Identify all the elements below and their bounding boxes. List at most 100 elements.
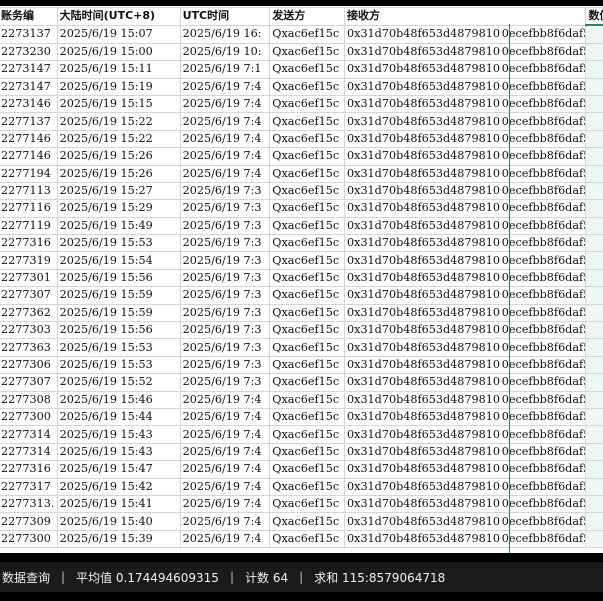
cell-receiver-tail[interactable]: 0ecefbb8f6daf5 xyxy=(499,181,587,201)
cell-utc-time[interactable]: 2025/6/19 7:4 xyxy=(179,425,271,444)
cell-receiver-tail[interactable]: 0ecefbb8f6daf5 xyxy=(499,268,587,288)
cell-sender[interactable]: Qxac6ef15c xyxy=(269,147,346,166)
cell-sender[interactable]: Qxac6ef15c xyxy=(269,42,346,62)
table-row[interactable]: 2277309 2025/6/19 15:40 2025/6/19 7:4 Qxac6… xyxy=(0,512,603,531)
cell-local-time[interactable]: 2025/6/19 15:19 xyxy=(56,77,181,96)
table-row[interactable]: 2277317 2025/6/19 15:42 2025/6/19 7:4 Qxac6… xyxy=(0,477,603,496)
cell-receiver[interactable]: 0x31d70b48f653d48798107 xyxy=(344,303,500,323)
cell-sender[interactable]: Qxac6ef15c xyxy=(269,529,346,549)
header-receiver[interactable]: 接收方 xyxy=(344,7,587,26)
cell-sender[interactable]: Qxac6ef15c xyxy=(269,60,346,79)
cell-account-id[interactable]: 2277314 xyxy=(0,442,58,462)
cell-receiver[interactable]: 0x31d70b48f653d48798107 xyxy=(344,390,500,409)
cell-utc-time[interactable]: 2025/6/19 7:4 xyxy=(179,77,271,96)
cell-sender[interactable]: Qxac6ef15c xyxy=(269,512,346,531)
cell-utc-time[interactable]: 2025/6/19 7:4 xyxy=(179,147,271,166)
cell-account-id[interactable]: 2277116 xyxy=(0,199,58,218)
cell-account-id[interactable]: 2277306 xyxy=(0,355,58,375)
cell-local-time[interactable]: 2025/6/19 15:49 xyxy=(56,216,181,236)
cell-local-time[interactable]: 2025/6/19 15:54 xyxy=(56,251,181,270)
cell-value[interactable]: 0.0 xyxy=(585,477,603,496)
cell-utc-time[interactable]: 2025/6/19 7:3 xyxy=(179,355,271,375)
cell-local-time[interactable]: 2025/6/19 15:27 xyxy=(56,181,181,201)
cell-sender[interactable]: Qxac6ef15c xyxy=(269,24,346,44)
cell-account-id[interactable]: 2273146 xyxy=(0,94,58,114)
cell-sender[interactable]: Qxac6ef15c xyxy=(269,199,346,218)
table-row[interactable]: 2277362 2025/6/19 15:59 2025/6/19 7:3 Qxac6… xyxy=(0,303,603,323)
cell-receiver-tail[interactable]: 0ecefbb8f6daf5 xyxy=(499,42,587,62)
cell-local-time[interactable]: 2025/6/19 15:43 xyxy=(56,442,181,462)
cell-receiver[interactable]: 0x31d70b48f653d48798107 xyxy=(344,42,500,62)
cell-local-time[interactable]: 2025/6/19 15:44 xyxy=(56,407,181,427)
cell-utc-time[interactable]: 2025/6/19 7:4 xyxy=(179,129,271,149)
cell-receiver[interactable]: 0x31d70b48f653d48798107 xyxy=(344,24,500,44)
cell-receiver[interactable]: 0x31d70b48f653d48798107 xyxy=(344,112,500,131)
cell-account-id[interactable]: 2277146 xyxy=(0,129,58,149)
cell-receiver[interactable]: 0x31d70b48f653d48798107 xyxy=(344,60,500,79)
cell-sender[interactable]: Qxac6ef15c xyxy=(269,442,346,462)
cell-receiver[interactable]: 0x31d70b48f653d48798107 xyxy=(344,425,500,444)
table-row[interactable]: 2277119 2025/6/19 15:49 2025/6/19 7:3 Qxac6… xyxy=(0,216,603,236)
cell-utc-time[interactable]: 2025/6/19 7:4 xyxy=(179,477,271,496)
cell-receiver-tail[interactable]: 0ecefbb8f6daf5 xyxy=(499,129,587,149)
table-row[interactable]: 2277306 2025/6/19 15:53 2025/6/19 7:3 Qxac6… xyxy=(0,355,603,375)
cell-receiver-tail[interactable]: 0ecefbb8f6daf5 xyxy=(499,24,587,44)
cell-receiver[interactable]: 0x31d70b48f653d48798107 xyxy=(344,529,500,549)
cell-value[interactable] xyxy=(585,286,603,305)
table-row[interactable]: 2273230 2025/6/19 15:00 2025/6/19 10: Qxac6… xyxy=(0,42,603,62)
cell-receiver-tail[interactable]: 0ecefbb8f6daf5 xyxy=(499,164,587,183)
cell-value[interactable]: 0.0 xyxy=(585,529,603,549)
cell-receiver-tail[interactable]: 0ecefbb8f6daf5 xyxy=(499,199,587,218)
cell-local-time[interactable]: 2025/6/19 15:26 xyxy=(56,147,181,166)
cell-sender[interactable]: Qxac6ef15c xyxy=(269,94,346,114)
table-row[interactable]: 2277319 2025/6/19 15:54 2025/6/19 7:3 Qxac6… xyxy=(0,251,603,270)
cell-account-id[interactable]: 2277146 xyxy=(0,147,58,166)
table-row[interactable]: 2277307 2025/6/19 15:52 2025/6/19 7:3 Qxac6… xyxy=(0,373,603,392)
cell-receiver-tail[interactable]: 0ecefbb8f6daf5 xyxy=(499,442,587,462)
cell-receiver-tail[interactable]: 0ecefbb8f6daf5 xyxy=(499,147,587,166)
cell-receiver-tail[interactable]: 0ecefbb8f6daf5 xyxy=(499,512,587,531)
cell-receiver-tail[interactable]: 0ecefbb8f6daf5 xyxy=(499,286,587,305)
cell-utc-time[interactable]: 2025/6/19 7:4 xyxy=(179,442,271,462)
cell-local-time[interactable]: 2025/6/19 15:59 xyxy=(56,303,181,323)
cell-receiver-tail[interactable]: 0ecefbb8f6daf5 xyxy=(499,251,587,270)
cell-local-time[interactable]: 2025/6/19 15:26 xyxy=(56,164,181,183)
cell-value[interactable]: 1 xyxy=(585,147,603,166)
cell-account-id[interactable]: 2277308 xyxy=(0,390,58,409)
cell-receiver[interactable]: 0x31d70b48f653d48798107 xyxy=(344,77,500,96)
cell-utc-time[interactable]: 2025/6/19 7:3 xyxy=(179,373,271,392)
cell-account-id[interactable]: 2277319 xyxy=(0,251,58,270)
cell-utc-time[interactable]: 2025/6/19 7:3 xyxy=(179,251,271,270)
cell-value[interactable] xyxy=(585,24,603,44)
cell-account-id[interactable]: 2277309 xyxy=(0,512,58,531)
cell-receiver-tail[interactable]: 0ecefbb8f6daf5 xyxy=(499,477,587,496)
cell-receiver[interactable]: 0x31d70b48f653d48798107 xyxy=(344,494,500,514)
cell-value[interactable] xyxy=(585,234,603,253)
table-row[interactable]: 2273147 2025/6/19 15:19 2025/6/19 7:4 Qxac6… xyxy=(0,77,603,96)
cell-value[interactable]: 0.2 xyxy=(585,129,603,149)
cell-value[interactable] xyxy=(585,77,603,96)
cell-account-id[interactable]: 2277316 xyxy=(0,234,58,253)
cell-value[interactable] xyxy=(585,251,603,270)
cell-local-time[interactable]: 2025/6/19 15:39 xyxy=(56,529,181,549)
cell-value[interactable] xyxy=(585,42,603,62)
cell-local-time[interactable]: 2025/6/19 15:07 xyxy=(56,24,181,44)
cell-value[interactable] xyxy=(585,442,603,462)
cell-receiver-tail[interactable]: 0ecefbb8f6daf5 xyxy=(499,425,587,444)
cell-receiver[interactable]: 0x31d70b48f653d48798107 xyxy=(344,147,500,166)
cell-receiver[interactable]: 0x31d70b48f653d48798107 xyxy=(344,442,500,462)
cell-sender[interactable]: Qxac6ef15c xyxy=(269,216,346,236)
cell-local-time[interactable]: 2025/6/19 15:43 xyxy=(56,425,181,444)
cell-receiver[interactable]: 0x31d70b48f653d48798107 xyxy=(344,355,500,375)
cell-local-time[interactable]: 2025/6/19 15:40 xyxy=(56,512,181,531)
cell-sender[interactable]: Qxac6ef15c xyxy=(269,338,346,357)
cell-value[interactable]: 0.3 xyxy=(585,321,603,340)
table-row[interactable]: 2277316 2025/6/19 15:53 2025/6/19 7:3 Qxac6… xyxy=(0,234,603,253)
cell-receiver-tail[interactable]: 0ecefbb8f6daf5 xyxy=(499,407,587,427)
cell-account-id[interactable]: 2277313. xyxy=(0,494,58,514)
table-row[interactable]: 2277308 2025/6/19 15:46 2025/6/19 7:4 Qxac6… xyxy=(0,390,603,409)
cell-sender[interactable]: Qxac6ef15c xyxy=(269,355,346,375)
header-utc-time[interactable]: UTC时间 xyxy=(179,7,271,26)
table-row[interactable]: 2273137 2025/6/19 15:07 2025/6/19 16: Qxac6… xyxy=(0,24,603,44)
cell-receiver[interactable]: 0x31d70b48f653d48798107 xyxy=(344,234,500,253)
